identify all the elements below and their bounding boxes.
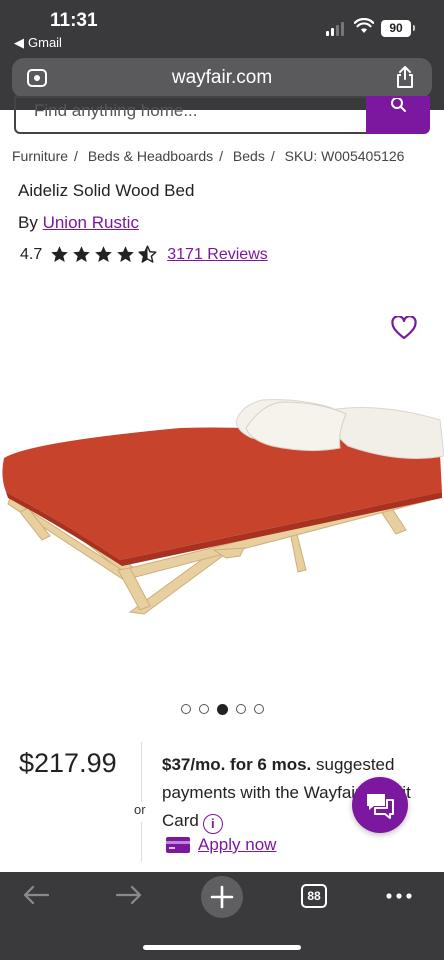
more-icon[interactable]	[386, 892, 412, 900]
share-icon[interactable]	[394, 65, 416, 89]
credit-card-icon	[166, 837, 190, 853]
battery-indicator: 90	[381, 20, 415, 37]
product-price: $217.99	[19, 748, 117, 778]
divider	[141, 822, 142, 862]
signal-icon	[326, 22, 344, 36]
carousel-dot[interactable]	[236, 704, 246, 714]
breadcrumb-item[interactable]: Beds & Headboards	[88, 148, 213, 164]
divider	[141, 742, 142, 802]
or-label: or	[134, 802, 146, 817]
search-input[interactable]: Find anything home...	[14, 96, 368, 134]
carousel-dot[interactable]	[254, 704, 264, 714]
breadcrumb-item[interactable]: Beds	[233, 148, 265, 164]
star-full-icon	[51, 246, 69, 263]
search-button[interactable]	[366, 96, 430, 134]
star-full-icon	[73, 246, 91, 263]
back-app-label: Gmail	[28, 35, 62, 50]
breadcrumb-item[interactable]: Furniture	[12, 148, 68, 164]
wifi-icon	[354, 18, 374, 33]
home-indicator	[143, 945, 301, 950]
rating-row: 4.7 3171 Reviews	[20, 245, 268, 264]
chat-button[interactable]	[352, 777, 408, 833]
new-tab-button[interactable]	[201, 876, 243, 918]
star-partial-icon	[138, 245, 157, 263]
heart-icon[interactable]	[391, 316, 417, 340]
chat-icon	[367, 794, 394, 819]
url-text[interactable]: wayfair.com	[12, 67, 432, 89]
back-arrow-icon[interactable]	[22, 884, 50, 906]
plus-icon	[210, 885, 234, 909]
apply-now-link[interactable]: Apply now	[198, 835, 276, 855]
info-icon[interactable]: i	[202, 814, 223, 834]
apply-row: Apply now	[166, 835, 276, 855]
back-to-app[interactable]: ◀ Gmail	[14, 35, 62, 51]
status-and-url-bar: 11:31 ◀ Gmail 90 wayfair.com	[0, 0, 444, 110]
rating-value: 4.7	[20, 245, 43, 263]
status-time: 11:31	[50, 10, 98, 31]
breadcrumb: Furniture / Beds & Headboards / Beds / SKU:…	[12, 148, 405, 164]
image-carousel-dots	[181, 704, 264, 715]
reviews-link[interactable]: 3171 Reviews	[167, 246, 268, 264]
search-placeholder: Find anything home...	[34, 101, 198, 120]
by-label: By	[18, 213, 38, 232]
financing-monthly: $37/mo. for 6 mos.	[162, 755, 312, 774]
star-full-icon	[117, 246, 135, 263]
brand-link[interactable]: Union Rustic	[43, 213, 139, 232]
product-image[interactable]	[0, 380, 444, 620]
tabs-button[interactable]: 88	[301, 884, 327, 908]
forward-arrow-icon[interactable]	[115, 884, 143, 906]
address-bar[interactable]: wayfair.com	[12, 58, 432, 98]
breadcrumb-sku: SKU: W005405126	[284, 148, 405, 164]
search-icon	[391, 98, 406, 112]
product-title: Aideliz Solid Wood Bed	[18, 181, 195, 200]
carousel-dot[interactable]	[199, 704, 209, 714]
star-rating	[50, 245, 157, 264]
product-brand: By Union Rustic	[18, 213, 139, 233]
star-full-icon	[95, 246, 113, 263]
carousel-dot-active[interactable]	[217, 704, 228, 715]
carousel-dot[interactable]	[181, 704, 191, 714]
